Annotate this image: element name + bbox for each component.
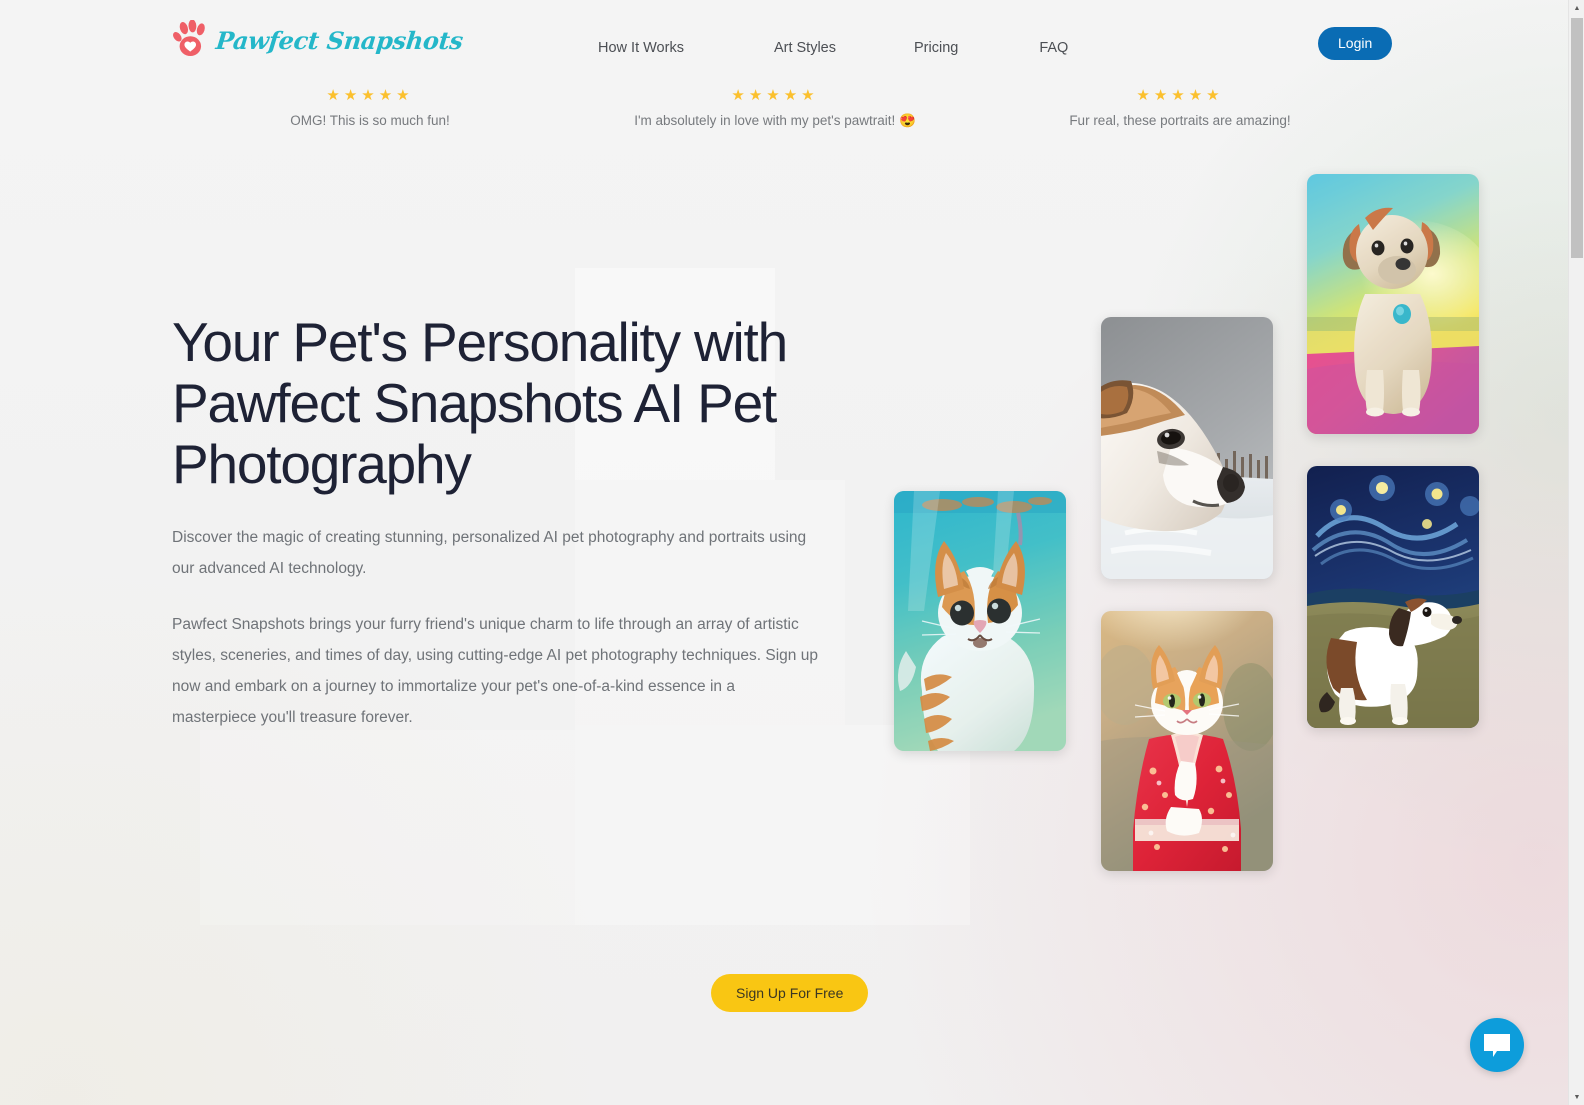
hero-paragraph-1: Discover the magic of creating stunning,… (172, 529, 807, 577)
chat-widget-button[interactable] (1470, 1018, 1524, 1072)
gallery-image-dog-rainbow[interactable] (1307, 174, 1479, 434)
star-rating-icon: ★★★★★ (326, 87, 414, 104)
page-title: Your Pet's Personality with Pawfect Snap… (172, 311, 788, 495)
scroll-up-arrow-icon[interactable]: ▲ (1569, 0, 1584, 16)
star-rating-icon: ★★★★★ (731, 87, 819, 104)
page-scrollbar[interactable]: ▲ ▼ (1568, 0, 1584, 1105)
testimonial-item: ★★★★★ I'm absolutely in love with my pet… (595, 88, 955, 129)
testimonial-text: Fur real, these portraits are amazing! (1069, 113, 1291, 128)
main-nav: How It Works Art Styles Pricing FAQ (598, 40, 1068, 56)
paw-heart-icon (172, 20, 210, 60)
scrollbar-thumb[interactable] (1571, 18, 1583, 258)
scroll-down-arrow-icon[interactable]: ▼ (1569, 1089, 1584, 1105)
testimonial-text: I'm absolutely in love with my pet's paw… (634, 113, 916, 128)
testimonial-strip: ★★★★★ OMG! This is so much fun! ★★★★★ I'… (0, 88, 1568, 144)
hero-paragraph-2: Pawfect Snapshots brings your furry frie… (172, 616, 818, 726)
site-header: Pawfect Snapshots How It Works Art Style… (0, 0, 1568, 86)
nav-item-art-styles[interactable]: Art Styles (774, 40, 914, 56)
page-root: Pawfect Snapshots How It Works Art Style… (0, 0, 1568, 1105)
gallery-image-dog-snow[interactable] (1101, 317, 1273, 579)
testimonial-item: ★★★★★ OMG! This is so much fun! (190, 88, 550, 128)
background-panel (575, 725, 970, 925)
nav-item-pricing[interactable]: Pricing (914, 40, 1039, 56)
brand-logo[interactable]: Pawfect Snapshots (172, 20, 465, 60)
gallery-image-dog-starry-night[interactable] (1307, 466, 1479, 728)
signup-button[interactable]: Sign Up For Free (711, 974, 869, 1012)
background-panel (200, 730, 575, 925)
brand-name: Pawfect Snapshots (214, 25, 465, 55)
nav-item-how-it-works[interactable]: How It Works (598, 40, 774, 56)
nav-item-faq[interactable]: FAQ (1039, 40, 1068, 56)
star-rating-icon: ★★★★★ (1136, 87, 1224, 104)
testimonial-item: ★★★★★ Fur real, these portraits are amaz… (1000, 88, 1360, 128)
login-button[interactable]: Login (1318, 27, 1393, 60)
gallery-image-cat-kimono[interactable] (1101, 611, 1273, 871)
testimonial-text: OMG! This is so much fun! (290, 113, 450, 128)
gallery-image-cat-underwater[interactable] (894, 491, 1066, 751)
